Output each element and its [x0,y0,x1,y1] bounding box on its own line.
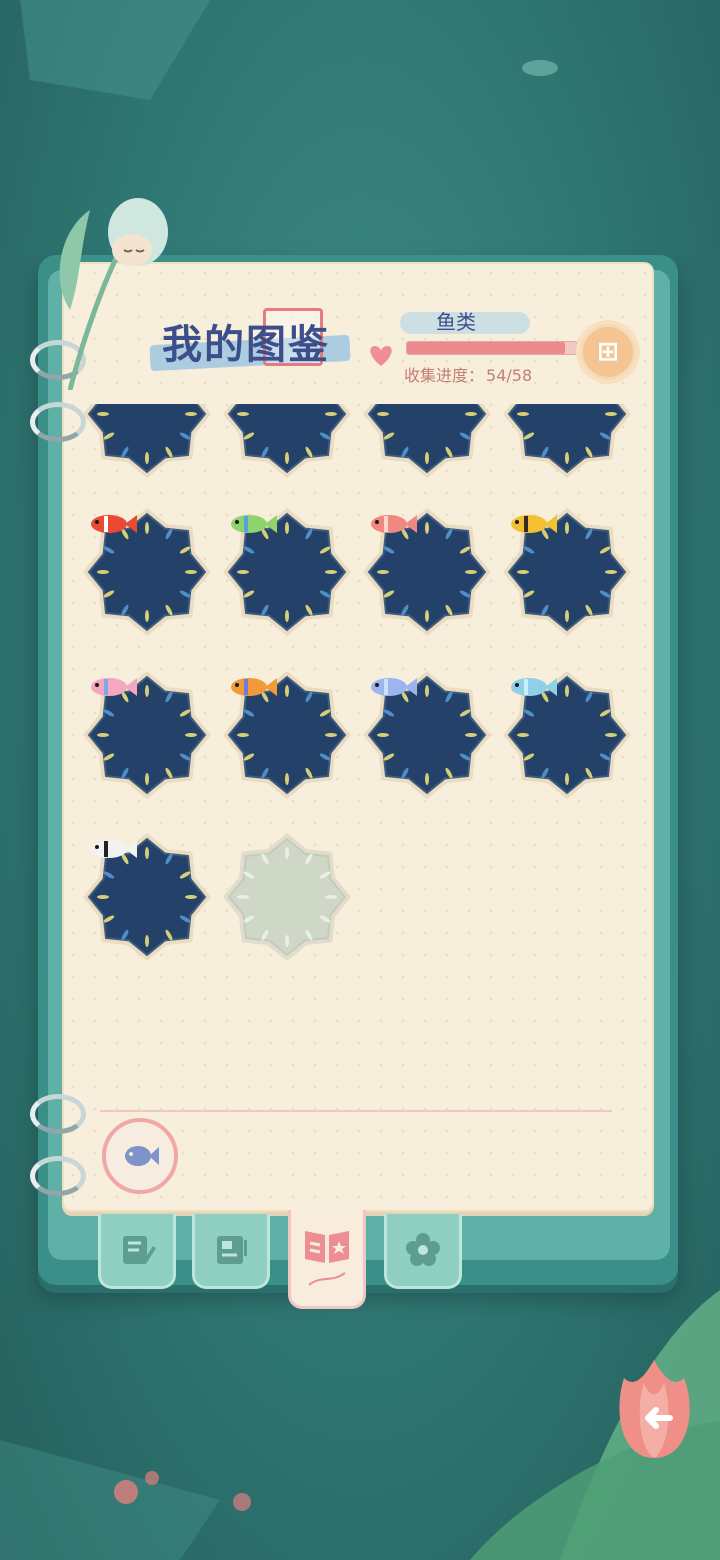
fish-slot-yellow-boxfish[interactable] [502,507,632,637]
green-spotted-fish-icon [231,515,277,533]
collection-progress-fill [407,342,566,354]
note-pencil-icon [123,1236,156,1264]
fish-slot-leafy-seadragon[interactable] [502,670,632,800]
locked-slot-frame [223,833,351,961]
back-button[interactable] [604,1348,704,1468]
back-arrow-icon [619,1360,690,1458]
photo-album-icon [217,1236,247,1264]
fish-slot-banggai-cardinalfish[interactable] [82,832,212,962]
encyclopedia-tab[interactable] [288,1210,366,1309]
collection-progress-text: 收集进度： 54/58 [404,362,532,386]
grid-icon: ⊞ [597,337,619,367]
fish-grid [62,404,654,1004]
progress-value: 54/58 [486,366,533,385]
blue-axolotl-icon [371,678,417,696]
flower-tab[interactable] [384,1214,462,1289]
page-divider [100,1110,612,1112]
yellow-boxfish-icon [511,515,557,533]
progress-label: 收集进度： [404,366,485,385]
clownfish-icon [91,515,137,533]
fish-slot-purple-fish[interactable] [502,404,632,479]
leafy-seadragon-icon [511,678,557,696]
binder-ring [30,1094,86,1134]
heart-decoration [370,346,392,366]
fish-slot-neon-tetra[interactable] [362,404,492,479]
fish-slot-blue-axolotl[interactable] [362,670,492,800]
locked-fish-slot[interactable] [222,832,352,962]
title-banner: 我的图鉴 [110,292,400,384]
open-book-star-icon [305,1231,349,1286]
album-tab[interactable] [192,1214,270,1289]
category-label: 鱼类 [436,310,476,334]
fish-slot-yellow-tetra[interactable] [82,404,212,479]
collection-progress-bar [406,341,578,355]
fish-slot-pink-tetra[interactable] [82,670,212,800]
fish-slot-frame [363,404,491,478]
fish-slot-pink-fish[interactable] [362,507,492,637]
fish-slot-clownfish[interactable] [82,507,212,637]
fish-slot-frame [503,404,631,478]
fish-filter-icon [125,1146,159,1166]
fish-slot-rainbow-fish[interactable] [222,670,352,800]
fish-slot-green-spotted-fish[interactable] [222,507,352,637]
fish-filter-button[interactable] [102,1118,178,1194]
flower-icon [406,1233,440,1266]
banggai-cardinalfish-icon [91,840,137,858]
pink-tetra-icon [91,678,137,696]
pink-fish-icon [371,515,417,533]
fish-slot-frame [83,404,211,478]
category-switch-button[interactable]: ⊞ [580,324,636,380]
notes-tab[interactable] [98,1214,176,1289]
page-title: 我的图鉴 [162,322,330,368]
fish-slot-frame [223,404,351,478]
binder-ring [30,1156,86,1196]
fish-slot-blue-guppy[interactable] [222,404,352,479]
rainbow-fish-icon [231,678,277,696]
